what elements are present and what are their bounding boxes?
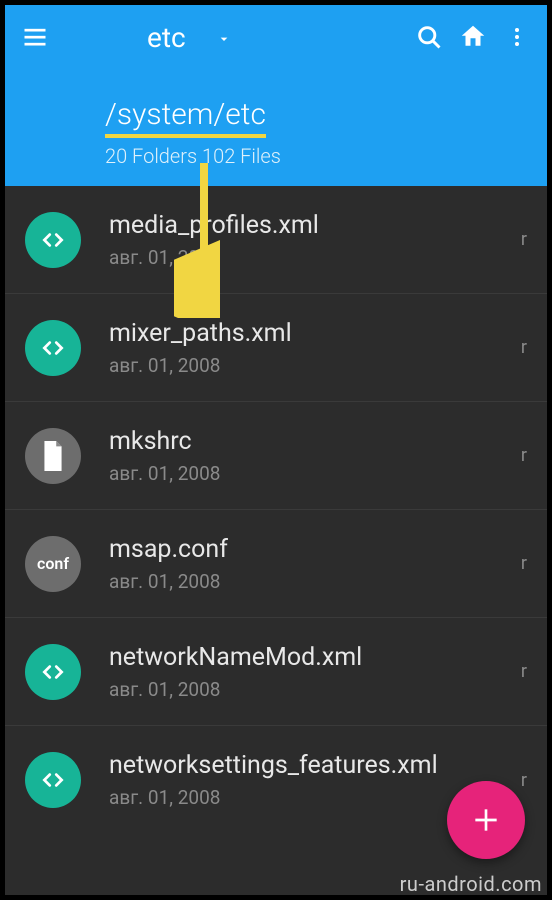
search-button[interactable] [407,15,451,59]
search-icon [415,23,443,51]
folder-summary: 20 Folders 102 Files [105,144,547,168]
file-permission: r [521,229,527,250]
file-name: media_profiles.xml [109,211,513,240]
watermark: ru-android.com [400,872,542,896]
file-date: авг. 01, 2008 [109,570,513,593]
file-row[interactable]: conf msap.conf авг. 01, 2008 r [5,510,547,618]
doc-file-icon [25,428,81,484]
chevron-down-icon [216,31,232,47]
current-folder[interactable]: etc [147,21,186,54]
file-permission: r [521,445,527,466]
dropdown-button[interactable] [216,21,232,54]
file-name: networksettings_features.xml [109,751,513,780]
file-date: авг. 01, 2008 [109,678,513,701]
file-list: media_profiles.xmlавг. 01, 2008rmixer_pa… [5,186,547,834]
file-permission: r [521,770,527,791]
conf-file-icon: conf [25,536,81,592]
file-name: msap.conf [109,535,513,564]
more-vert-icon [505,25,529,49]
code-file-icon [25,644,81,700]
file-row[interactable]: mkshrc авг. 01, 2008 r [5,402,547,510]
file-name: mixer_paths.xml [109,319,513,348]
hamburger-icon [21,23,49,51]
file-date: авг. 01, 2008 [109,246,513,269]
plus-icon [470,804,502,836]
add-fab[interactable] [447,781,525,859]
file-name: mkshrc [109,427,513,456]
file-date: авг. 01, 2008 [109,462,513,485]
overflow-button[interactable] [495,15,539,59]
file-row[interactable]: networkNameMod.xml авг. 01, 2008 r [5,618,547,726]
file-permission: r [521,661,527,682]
code-file-icon [25,212,81,268]
file-row[interactable]: media_profiles.xml авг. 01, 2008 r [5,186,547,294]
code-file-icon [25,752,81,808]
menu-button[interactable] [13,15,57,59]
home-button[interactable] [451,15,495,59]
home-icon [458,22,488,52]
breadcrumb-path[interactable]: /system/etc [105,97,266,138]
file-row[interactable]: mixer_paths.xml авг. 01, 2008 r [5,294,547,402]
file-permission: r [521,337,527,358]
file-name: networkNameMod.xml [109,643,513,672]
file-permission: r [521,553,527,574]
code-file-icon [25,320,81,376]
file-date: авг. 01, 2008 [109,354,513,377]
app-header: etc /system/etc 20 Folders 102 Files [5,5,547,186]
